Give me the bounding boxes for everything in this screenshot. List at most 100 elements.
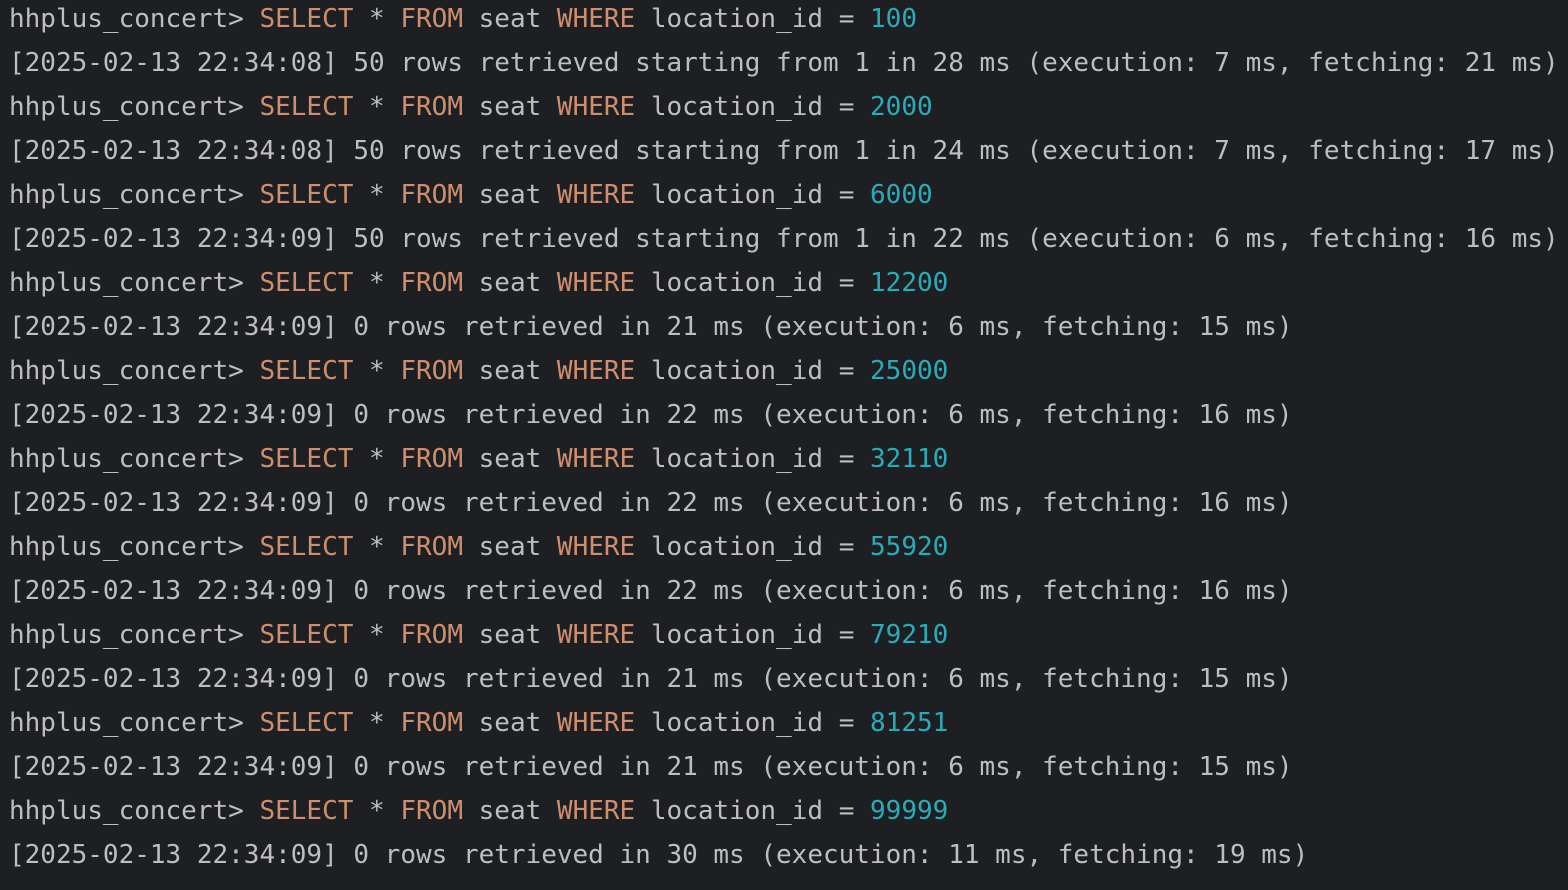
console-prompt: hhplus_concert> (9, 268, 244, 298)
sql-keyword-where: WHERE (556, 532, 636, 562)
sql-keyword-where: WHERE (556, 356, 636, 386)
query-line: hhplus_concert> SELECT * FROM seat WHERE… (9, 704, 1568, 748)
sql-keyword-select: SELECT (259, 356, 354, 386)
sql-star: * (369, 796, 385, 826)
sql-literal-value: 2000 (870, 92, 933, 122)
sql-table-name: seat (478, 796, 542, 826)
sql-star: * (369, 356, 385, 386)
sql-star: * (369, 92, 385, 122)
result-line: [2025-02-13 22:34:09] 0 rows retrieved i… (9, 312, 1293, 342)
sql-literal-value: 100 (870, 4, 917, 34)
query-line: hhplus_concert> SELECT * FROM seat WHERE… (9, 0, 1568, 44)
sql-column-name: location_id (650, 356, 824, 386)
sql-column-name: location_id (650, 532, 824, 562)
sql-keyword-where: WHERE (556, 796, 636, 826)
sql-keyword-from: FROM (400, 708, 463, 738)
console-prompt: hhplus_concert> (9, 532, 244, 562)
sql-keyword-from: FROM (400, 620, 463, 650)
sql-column-name: location_id (650, 92, 824, 122)
sql-operator: = (838, 620, 855, 650)
query-line: hhplus_concert> SELECT * FROM seat WHERE… (9, 616, 1568, 660)
sql-operator: = (838, 444, 855, 474)
sql-keyword-where: WHERE (556, 92, 636, 122)
sql-literal-value: 32110 (870, 444, 949, 474)
sql-keyword-from: FROM (400, 532, 463, 562)
sql-operator: = (838, 708, 855, 738)
sql-table-name: seat (478, 268, 542, 298)
result-line: [2025-02-13 22:34:09] 0 rows retrieved i… (9, 488, 1293, 518)
result-line: [2025-02-13 22:34:09] 50 rows retrieved … (9, 224, 1559, 254)
sql-literal-value: 25000 (870, 356, 949, 386)
result-line: [2025-02-13 22:34:09] 0 rows retrieved i… (9, 576, 1293, 606)
sql-table-name: seat (478, 620, 542, 650)
sql-operator: = (838, 4, 855, 34)
sql-table-name: seat (478, 532, 542, 562)
sql-keyword-where: WHERE (556, 268, 636, 298)
sql-keyword-from: FROM (400, 356, 463, 386)
query-line: hhplus_concert> SELECT * FROM seat WHERE… (9, 528, 1568, 572)
sql-column-name: location_id (650, 180, 824, 210)
result-line: [2025-02-13 22:34:08] 50 rows retrieved … (9, 136, 1559, 166)
result-line: [2025-02-13 22:34:08] 50 rows retrieved … (9, 48, 1559, 78)
result-line: [2025-02-13 22:34:09] 0 rows retrieved i… (9, 400, 1293, 430)
query-line: hhplus_concert> SELECT * FROM seat WHERE… (9, 440, 1568, 484)
sql-keyword-where: WHERE (556, 4, 636, 34)
sql-keyword-where: WHERE (556, 444, 636, 474)
sql-keyword-select: SELECT (259, 180, 354, 210)
console-prompt: hhplus_concert> (9, 4, 244, 34)
query-line: hhplus_concert> SELECT * FROM seat WHERE… (9, 264, 1568, 308)
sql-keyword-select: SELECT (259, 620, 354, 650)
sql-console-output[interactable]: hhplus_concert> SELECT * FROM seat WHERE… (0, 0, 1568, 890)
query-line: hhplus_concert> SELECT * FROM seat WHERE… (9, 176, 1568, 220)
sql-keyword-from: FROM (400, 180, 463, 210)
sql-star: * (369, 532, 385, 562)
sql-star: * (369, 268, 385, 298)
sql-table-name: seat (478, 444, 542, 474)
sql-star: * (369, 444, 385, 474)
console-prompt: hhplus_concert> (9, 620, 244, 650)
sql-operator: = (838, 796, 855, 826)
console-prompt: hhplus_concert> (9, 356, 244, 386)
sql-table-name: seat (478, 708, 542, 738)
result-line: [2025-02-13 22:34:09] 0 rows retrieved i… (9, 752, 1293, 782)
sql-literal-value: 81251 (870, 708, 949, 738)
sql-star: * (369, 180, 385, 210)
sql-literal-value: 79210 (870, 620, 949, 650)
sql-operator: = (838, 92, 855, 122)
sql-star: * (369, 4, 385, 34)
sql-table-name: seat (478, 92, 542, 122)
console-prompt: hhplus_concert> (9, 92, 244, 122)
result-line: [2025-02-13 22:34:09] 0 rows retrieved i… (9, 664, 1293, 694)
sql-keyword-select: SELECT (259, 92, 354, 122)
sql-keyword-from: FROM (400, 92, 463, 122)
sql-keyword-select: SELECT (259, 708, 354, 738)
sql-column-name: location_id (650, 708, 824, 738)
sql-star: * (369, 708, 385, 738)
query-line: hhplus_concert> SELECT * FROM seat WHERE… (9, 792, 1568, 836)
sql-operator: = (838, 268, 855, 298)
sql-star: * (369, 620, 385, 650)
sql-column-name: location_id (650, 796, 824, 826)
sql-operator: = (838, 356, 855, 386)
sql-keyword-where: WHERE (556, 708, 636, 738)
sql-literal-value: 6000 (870, 180, 933, 210)
sql-literal-value: 99999 (870, 796, 949, 826)
sql-column-name: location_id (650, 444, 824, 474)
sql-keyword-where: WHERE (556, 180, 636, 210)
sql-keyword-select: SELECT (259, 444, 354, 474)
sql-keyword-from: FROM (400, 796, 463, 826)
query-line: hhplus_concert> SELECT * FROM seat WHERE… (9, 88, 1568, 132)
sql-keyword-select: SELECT (259, 796, 354, 826)
console-prompt: hhplus_concert> (9, 180, 244, 210)
sql-column-name: location_id (650, 620, 824, 650)
console-prompt: hhplus_concert> (9, 444, 244, 474)
console-prompt: hhplus_concert> (9, 708, 244, 738)
sql-operator: = (838, 180, 855, 210)
sql-keyword-from: FROM (400, 4, 463, 34)
sql-table-name: seat (478, 180, 542, 210)
sql-literal-value: 12200 (870, 268, 949, 298)
sql-literal-value: 55920 (870, 532, 949, 562)
sql-keyword-from: FROM (400, 444, 463, 474)
sql-operator: = (838, 532, 855, 562)
sql-keyword-from: FROM (400, 268, 463, 298)
